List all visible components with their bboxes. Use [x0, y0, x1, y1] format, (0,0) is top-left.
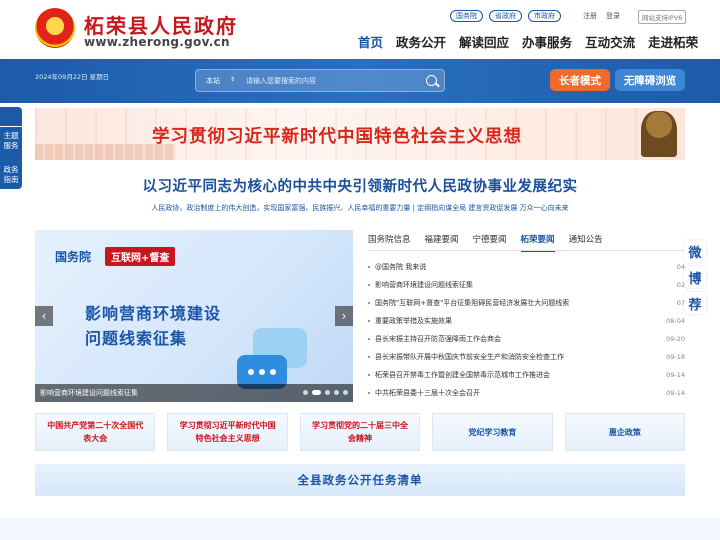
news-title[interactable]: 中共柘荣县委十三届十次全会召开 — [375, 388, 480, 398]
carousel-title-line2: 问题线索征集 — [85, 329, 188, 348]
register-link[interactable]: 注册 — [583, 11, 597, 21]
task-list-banner[interactable]: 全县政务公开任务清单 — [35, 464, 685, 496]
search-icon[interactable] — [426, 75, 437, 86]
carousel-tag: 互联网+督查 — [105, 247, 176, 266]
carousel-caption-bar: 影响营商环境建设问题线索征集 — [35, 384, 353, 402]
headline-link[interactable]: 以习近平同志为核心的中共中央引领新时代人民政协事业发展纪实 — [0, 175, 720, 196]
news-title[interactable]: 国务院"互联网+督查"平台征集阻碍民营经济发展壮大问题线索 — [375, 298, 569, 308]
news-date: 04 — [676, 263, 685, 271]
news-date: 09-18 — [666, 353, 685, 361]
list-item[interactable]: 重要政策举措及实施效果 08-04 — [368, 312, 685, 330]
chevron-updown-icon[interactable]: ⇕ — [230, 76, 235, 83]
headline-subline[interactable]: 人民政协，政治制度上的伟大创造，实现国家富强、民族振兴、人民幸福的重要力量 | … — [0, 203, 720, 213]
slogan-banner[interactable]: 学习贯彻习近平新时代中国特色社会主义思想 — [35, 108, 685, 160]
recommend-icon[interactable]: 荐 — [684, 292, 706, 314]
list-item[interactable]: 县长宋振主持召开防范强降雨工作会商会 09-20 — [368, 330, 685, 348]
accessible-browse-button[interactable]: 无障碍浏览 — [615, 69, 685, 91]
national-emblem-icon — [35, 8, 75, 48]
search-band: 2024年09月22日 星期日 本站 ⇕ 长者模式 无障碍浏览 — [0, 59, 720, 103]
bottom-strip — [0, 518, 720, 540]
news-title[interactable]: @国务院 我来说 — [375, 262, 426, 272]
ipv6-badge: 网站支持IPV6 — [638, 10, 687, 24]
nav-services[interactable]: 办事服务 — [522, 32, 572, 51]
list-item[interactable]: 中共柘荣县委十三届十次全会召开 09-14 — [368, 384, 685, 402]
main-nav: 首页 政务公开 解读回应 办事服务 互动交流 走进柘荣 — [358, 32, 698, 51]
login-link[interactable]: 登录 — [606, 11, 620, 21]
search-box: 本站 ⇕ — [195, 69, 445, 92]
list-item[interactable]: 国务院"互联网+督查"平台征集阻碍民营经济发展壮大问题线索 07 — [368, 294, 685, 312]
news-carousel[interactable]: 国务院 互联网+督查 影响营商环境建设 问题线索征集 ‹ › 影响营商环境建设问… — [35, 230, 353, 402]
float-theme-services[interactable]: 主题服务 — [0, 127, 22, 155]
nav-home[interactable]: 首页 — [358, 32, 383, 51]
nav-about-zherong[interactable]: 走进柘荣 — [648, 32, 698, 51]
news-title[interactable]: 县长宋振带队开展中秋国庆节前安全生产和消防安全检查工作 — [375, 352, 564, 362]
topic-enterprise-policy[interactable]: 惠企政策 — [564, 413, 686, 451]
carousel-dot[interactable] — [325, 390, 330, 395]
topic-party-discipline[interactable]: 党纪学习教育 — [432, 413, 553, 451]
news-list: @国务院 我来说 04 影响营商环境建设问题线索征集 02 国务院"互联网+督查"平… — [368, 258, 685, 402]
top-links: 国务院 省政府 市政府 — [450, 10, 561, 22]
topic-xi-thought[interactable]: 学习贯彻习近平新时代中国特色社会主义思想 — [167, 413, 288, 451]
topic-buttons: 中国共产党第二十次全国代表大会 学习贯彻习近平新时代中国特色社会主义思想 学习贯… — [35, 413, 686, 451]
elder-mode-button[interactable]: 长者模式 — [550, 69, 610, 91]
stone-lion-image — [641, 111, 677, 157]
topic-20th-congress[interactable]: 中国共产党第二十次全国代表大会 — [35, 413, 156, 451]
current-date: 2024年09月22日 星期日 — [35, 73, 110, 81]
carousel-dot[interactable] — [343, 390, 348, 395]
slogan-text: 学习贯彻习近平新时代中国特色社会主义思想 — [152, 127, 522, 147]
weibo-icon[interactable]: 博 — [684, 266, 706, 288]
right-float-menu: 微 博 荐 — [684, 240, 706, 314]
auth-links: 注册 登录 — [583, 11, 620, 21]
news-date: 02 — [676, 281, 685, 289]
carousel-dots — [303, 390, 348, 395]
site-url: www.zherong.gov.cn — [84, 35, 230, 49]
news-date: 08-04 — [666, 317, 685, 325]
news-title[interactable]: 县长宋振主持召开防范强降雨工作会商会 — [375, 334, 501, 344]
carousel-brand: 国务院 — [55, 250, 92, 264]
carousel-next-button[interactable]: › — [335, 306, 353, 326]
search-input[interactable] — [246, 73, 416, 89]
news-title[interactable]: 影响营商环境建设问题线索征集 — [375, 280, 473, 290]
carousel-title-line1: 影响营商环境建设 — [85, 304, 222, 323]
list-item[interactable]: 柘荣县召开禁毒工作暨创建全国禁毒示范城市工作推进会 09-14 — [368, 366, 685, 384]
topic-third-plenum[interactable]: 学习贯彻党的二十届三中全会精神 — [299, 413, 421, 451]
news-date: 09-14 — [666, 389, 685, 397]
carousel-dot-active[interactable] — [312, 390, 321, 395]
list-item[interactable]: 影响营商环境建设问题线索征集 02 — [368, 276, 685, 294]
search-scope-select[interactable]: 本站 — [206, 76, 220, 86]
nav-interpretation[interactable]: 解读回应 — [459, 32, 509, 51]
list-item[interactable]: 县长宋振带队开展中秋国庆节前安全生产和消防安全检查工作 09-18 — [368, 348, 685, 366]
link-state-council[interactable]: 国务院 — [450, 10, 483, 22]
carousel-caption[interactable]: 影响营商环境建设问题线索征集 — [40, 388, 138, 398]
link-province-gov[interactable]: 省政府 — [489, 10, 522, 22]
site-header: 柘荣县人民政府 www.zherong.gov.cn 国务院 省政府 市政府 注… — [0, 0, 720, 58]
news-title[interactable]: 柘荣县召开禁毒工作暨创建全国禁毒示范城市工作推进会 — [375, 370, 550, 380]
news-title[interactable]: 重要政策举措及实施效果 — [375, 316, 452, 326]
carousel-dot[interactable] — [334, 390, 339, 395]
list-item[interactable]: @国务院 我来说 04 — [368, 258, 685, 276]
tabs-divider — [368, 250, 685, 251]
link-city-gov[interactable]: 市政府 — [528, 10, 561, 22]
news-date: 09-20 — [666, 335, 685, 343]
nav-interaction[interactable]: 互动交流 — [585, 32, 635, 51]
wechat-icon[interactable]: 微 — [684, 240, 706, 262]
float-top — [0, 107, 22, 127]
nav-gov-affairs[interactable]: 政务公开 — [396, 32, 446, 51]
news-date: 07 — [676, 299, 685, 307]
news-date: 09-14 — [666, 371, 685, 379]
carousel-dot[interactable] — [303, 390, 308, 395]
carousel-prev-button[interactable]: ‹ — [35, 306, 53, 326]
